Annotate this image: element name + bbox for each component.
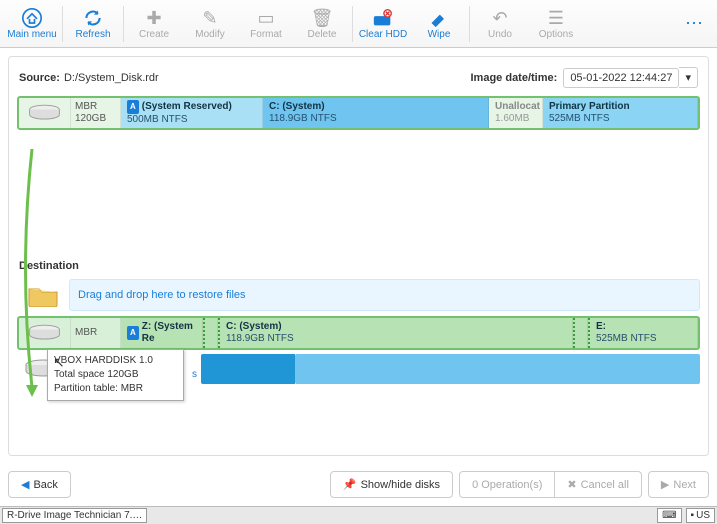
wipe-button[interactable]: Wipe <box>411 1 467 47</box>
disk-type: MBR <box>75 327 97 339</box>
refresh-label: Refresh <box>75 29 110 40</box>
source-label: Source: <box>19 72 60 84</box>
options-button[interactable]: ☰ Options <box>528 1 584 47</box>
format-label: Format <box>250 29 282 40</box>
format-button[interactable]: ▭ Format <box>238 1 294 47</box>
destination-disk-row[interactable]: MBR AZ: (System Re C: (System) 118.9GB N… <box>17 316 700 350</box>
datetime-value: 05-01-2022 12:44:27 <box>563 68 679 88</box>
plus-icon: ✚ <box>146 7 161 29</box>
delete-label: Delete <box>308 29 337 40</box>
ops-label: 0 Operation(s) <box>472 479 542 491</box>
active-badge: A <box>127 100 139 114</box>
create-label: Create <box>139 29 169 40</box>
create-button[interactable]: ✚ Create <box>126 1 182 47</box>
refresh-button[interactable]: Refresh <box>65 1 121 47</box>
next-button[interactable]: ▶ Next <box>648 471 709 498</box>
disk-meta: MBR <box>71 318 121 348</box>
arrow-left-icon: ◀ <box>21 478 29 491</box>
clear-hdd-label: Clear HDD <box>359 29 407 40</box>
keyboard-indicator[interactable]: ⌨ <box>657 508 681 523</box>
trash-icon: 🗑 <box>311 7 334 29</box>
source-disk-row[interactable]: MBR 120GB A(System Reserved) 500MB NTFS … <box>17 96 700 130</box>
toolbar: Main menu Refresh ✚ Create ✎ Modify ▭ Fo… <box>0 0 717 48</box>
main-menu-label: Main menu <box>7 29 56 40</box>
arrow-right-icon: ▶ <box>661 478 669 491</box>
active-badge: A <box>127 326 139 340</box>
tooltip-line1: VBOX HARDDISK 1.0 <box>54 354 177 368</box>
modify-button[interactable]: ✎ Modify <box>182 1 238 47</box>
tooltip-line3: Partition table: MBR <box>54 382 177 396</box>
partition-c-dest[interactable]: C: (System) 118.9GB NTFS <box>218 318 573 348</box>
cancel-icon: ✖ <box>567 478 576 491</box>
back-label: Back <box>33 479 57 491</box>
partition-c[interactable]: C: (System) 118.9GB NTFS <box>263 98 489 128</box>
folder-icon <box>17 283 69 307</box>
options-label: Options <box>539 29 573 40</box>
undo-label: Undo <box>488 29 512 40</box>
partition-unallocated[interactable]: Unallocat 1.60MB <box>489 98 543 128</box>
destination-label: Destination <box>17 254 700 278</box>
back-button[interactable]: ◀ Back <box>8 471 71 498</box>
source-info-row: Source: D:/System_Disk.rdr Image date/ti… <box>17 65 700 96</box>
usage-bar-total <box>295 354 700 384</box>
cancel-all-button[interactable]: ✖ Cancel all <box>555 471 642 498</box>
disk-icon <box>19 98 71 128</box>
separator <box>469 6 470 42</box>
taskbar-app[interactable]: R-Drive Image Technician 7.… <box>2 508 147 523</box>
partition-z[interactable]: AZ: (System Re <box>121 318 203 348</box>
pencil-icon: ✎ <box>202 7 217 29</box>
taskbar: R-Drive Image Technician 7.… ⌨ ▪US <box>0 506 717 524</box>
footer: ◀ Back 📌 Show/hide disks 0 Operation(s) … <box>8 471 709 498</box>
pin-icon: 📌 <box>343 478 357 491</box>
cancel-label: Cancel all <box>581 479 629 491</box>
datetime-dropdown[interactable]: ▾ <box>679 67 698 88</box>
separator <box>62 6 63 42</box>
partition-system-reserved[interactable]: A(System Reserved) 500MB NTFS <box>121 98 263 128</box>
delete-button[interactable]: 🗑 Delete <box>294 1 350 47</box>
refresh-icon <box>83 7 103 29</box>
operations-group: 0 Operation(s) ✖ Cancel all <box>459 471 642 498</box>
undo-button[interactable]: ↶ Undo <box>472 1 528 47</box>
format-icon: ▭ <box>257 7 274 29</box>
partition-gap[interactable] <box>573 318 588 348</box>
tooltip-line2: Total space 120GB <box>54 368 177 382</box>
show-hide-label: Show/hide disks <box>361 479 441 491</box>
operations-button[interactable]: 0 Operation(s) <box>459 471 555 498</box>
partition-primary[interactable]: Primary Partition 525MB NTFS <box>543 98 698 128</box>
main-menu-button[interactable]: Main menu <box>4 1 60 47</box>
home-icon <box>22 7 42 29</box>
lang-indicator[interactable]: ▪US <box>686 508 715 523</box>
clear-hdd-icon <box>372 7 394 29</box>
disk-meta: MBR 120GB <box>71 98 121 128</box>
usage-bar-filled <box>201 354 295 384</box>
disk-icon <box>19 318 71 348</box>
source-path: D:/System_Disk.rdr <box>64 72 159 84</box>
show-hide-disks-button[interactable]: 📌 Show/hide disks <box>330 471 453 498</box>
disk-tooltip: VBOX HARDDISK 1.0 Total space 120GB Part… <box>47 349 184 401</box>
disk-type: MBR <box>75 101 97 113</box>
clear-hdd-button[interactable]: Clear HDD <box>355 1 411 47</box>
modify-label: Modify <box>195 29 224 40</box>
eraser-icon <box>429 7 449 29</box>
more-menu[interactable]: ⋯ <box>675 13 713 34</box>
marker-text: s <box>192 369 197 380</box>
partition-gap[interactable] <box>203 318 218 348</box>
wipe-label: Wipe <box>428 29 451 40</box>
separator <box>352 6 353 42</box>
datetime-label: Image date/time: <box>471 72 558 84</box>
drop-zone[interactable]: Drag and drop here to restore files <box>69 279 700 311</box>
main-area: Source: D:/System_Disk.rdr Image date/ti… <box>0 48 717 464</box>
disk-size: 120GB <box>75 113 106 125</box>
drop-row: Drag and drop here to restore files <box>17 278 700 312</box>
separator <box>123 6 124 42</box>
options-icon: ☰ <box>548 7 564 29</box>
partition-e[interactable]: E: 525MB NTFS <box>588 318 698 348</box>
undo-icon: ↶ <box>492 7 507 29</box>
next-label: Next <box>673 479 696 491</box>
